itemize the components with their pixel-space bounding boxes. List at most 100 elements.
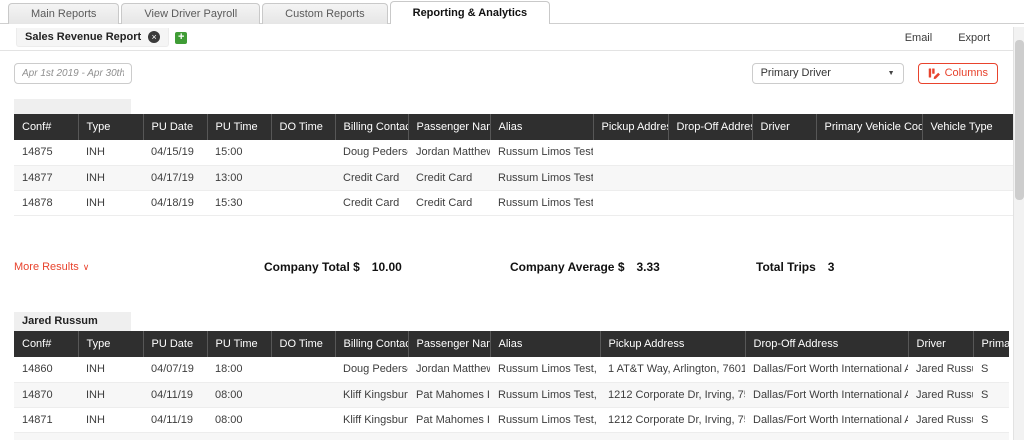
cell	[271, 190, 335, 216]
header-row: Conf# Type PU Date PU Time DO Time Billing Co…	[14, 331, 1009, 357]
cell: S	[973, 382, 1009, 408]
column-header-drop-off-address[interactable]: Drop-Off Address	[668, 114, 753, 140]
cell: S	[973, 407, 1009, 433]
email-link[interactable]: Email	[905, 32, 933, 44]
cell	[922, 140, 1013, 166]
cell: 15:00	[207, 140, 271, 166]
column-header-driver[interactable]: Driver	[752, 114, 817, 140]
tab-main-reports[interactable]: Main Reports	[8, 3, 120, 24]
cell: INH	[78, 382, 143, 408]
cell: 04/11/19	[143, 382, 207, 408]
cell: 1212 Corporate Dr, Irving, 75038, US	[600, 382, 745, 408]
cell: Russum Limos Test, LLC	[490, 407, 600, 433]
cell	[593, 165, 668, 191]
vertical-scrollbar[interactable]	[1013, 27, 1024, 440]
group-by-selected-value: Primary Driver	[760, 67, 831, 79]
column-header-alias[interactable]: Alias	[490, 331, 601, 357]
cell: Russum Limos Test, LLC	[490, 140, 593, 166]
cell: 1 AT&T Way, Arlington, 76011, US	[600, 357, 745, 383]
column-header-do-time[interactable]: DO Time	[271, 114, 336, 140]
cell: Russum Limos Test, LLC	[490, 165, 593, 191]
column-header-pickup-address[interactable]: Pickup Address	[593, 114, 669, 140]
scrollbar-thumb[interactable]	[1015, 40, 1024, 200]
table-row[interactable]: 14860INH04/07/1918:00 Doug PedersonJordan…	[14, 357, 1009, 383]
column-header-passenger-name[interactable]: Passenger Name	[408, 114, 491, 140]
table-row[interactable]: 14877 INH 04/17/19 13:00 Credit Card Credit C…	[14, 165, 1013, 191]
cell	[271, 432, 335, 440]
column-header-vehicle-type[interactable]: Vehicle Type	[922, 114, 1013, 140]
group-by-select[interactable]: Primary Driver ▼	[751, 62, 904, 84]
column-header-primary-vehicle-code[interactable]: Primary Vehicle Code	[973, 331, 1009, 357]
toolbar-right-group: Primary Driver ▼ Columns	[751, 62, 1004, 84]
cell	[668, 140, 752, 166]
cell: Russum Limos Test, LLC	[490, 190, 593, 216]
cell: INH	[78, 165, 143, 191]
cell: 14871	[14, 407, 78, 433]
cell	[752, 190, 816, 216]
column-header-pu-time[interactable]: PU Time	[207, 331, 272, 357]
column-header-type[interactable]: Type	[78, 331, 144, 357]
column-header-do-time[interactable]: DO Time	[271, 331, 336, 357]
cell: 08:00	[207, 382, 271, 408]
filter-toolbar: Primary Driver ▼ Columns	[0, 52, 1024, 94]
cell: Pat Mahomes II	[408, 407, 490, 433]
cell: Dallas/Fort Worth International Airport	[745, 432, 908, 440]
cell: 14870	[14, 382, 78, 408]
cell: Russum Limos Test, LLC	[490, 432, 600, 440]
cell	[752, 165, 816, 191]
export-link[interactable]: Export	[958, 32, 990, 44]
cell: Dallas/Fort Worth International Airport	[745, 382, 908, 408]
cell: Kliff Kingsbury	[335, 382, 408, 408]
column-header-billing-contact[interactable]: Billing Contact	[335, 331, 409, 357]
cell	[271, 407, 335, 433]
report-tab-sales-revenue[interactable]: Sales Revenue Report ×	[16, 28, 170, 47]
column-header-pu-date[interactable]: PU Date	[143, 331, 208, 357]
more-results-link[interactable]: More Results ∨	[14, 261, 89, 273]
tab-reporting-analytics[interactable]: Reporting & Analytics	[389, 1, 551, 24]
company-total-value: 10.00	[371, 260, 402, 274]
cell: 04/11/19	[143, 407, 207, 433]
column-header-pu-date[interactable]: PU Date	[143, 114, 208, 140]
table-row[interactable]: 14878 INH 04/18/19 15:30 Credit Card Credit C…	[14, 190, 1013, 216]
column-header-alias[interactable]: Alias	[490, 114, 594, 140]
cell: Credit Card	[408, 190, 490, 216]
reporting-analytics-window: Main Reports View Driver Payroll Custom …	[0, 0, 1024, 440]
cell: 04/13/19	[143, 432, 207, 440]
column-header-drop-off-address[interactable]: Drop-Off Address	[745, 331, 909, 357]
table-row[interactable]: 14875INH04/15/1915:00 Doug PedersonJordan…	[14, 140, 1013, 166]
cell	[668, 165, 752, 191]
date-range-input[interactable]	[14, 62, 132, 84]
cell	[271, 357, 335, 383]
column-header-passenger-name[interactable]: Passenger Name	[408, 331, 491, 357]
cell: Credit Card	[408, 165, 490, 191]
cell: Pat Mahomes II	[408, 382, 490, 408]
column-header-driver[interactable]: Driver	[908, 331, 974, 357]
tab-view-driver-payroll[interactable]: View Driver Payroll	[121, 3, 261, 24]
column-header-billing-contact[interactable]: Billing Contact	[335, 114, 409, 140]
table-row[interactable]: 14870 INH 04/11/19 08:00 Kliff Kingsbury Pat …	[14, 382, 1009, 408]
column-header-type[interactable]: Type	[78, 114, 144, 140]
cell	[816, 165, 922, 191]
columns-icon	[928, 67, 940, 79]
column-header-conf-[interactable]: Conf#	[14, 114, 79, 140]
cell: Russum Limos Test, LLC	[490, 382, 600, 408]
columns-button[interactable]: Columns	[917, 62, 998, 84]
cell: 08:00	[207, 432, 271, 440]
cell: 14875	[14, 140, 78, 166]
column-header-conf-[interactable]: Conf#	[14, 331, 79, 357]
cell: Credit Card	[335, 190, 408, 216]
close-report-icon[interactable]: ×	[148, 31, 161, 43]
tab-custom-reports[interactable]: Custom Reports	[262, 3, 388, 24]
column-header-pu-time[interactable]: PU Time	[207, 114, 272, 140]
add-report-icon[interactable]: +	[175, 31, 188, 44]
cell: Kliff Kingsbury	[335, 432, 408, 440]
table-row[interactable]: 14871 INH 04/11/19 08:00 Kliff Kingsbury Pat …	[14, 407, 1009, 433]
cell: 04/17/19	[143, 165, 207, 191]
cell: Doug Pederson	[335, 357, 408, 383]
column-header-primary-vehicle-code[interactable]: Primary Vehicle Code	[816, 114, 923, 140]
table-row[interactable]: 14872INH04/13/1908:00 Kliff KingsburyPat …	[14, 432, 1009, 440]
column-header-pickup-address[interactable]: Pickup Address	[600, 331, 746, 357]
cell: 04/07/19	[143, 357, 207, 383]
cell: INH	[78, 432, 143, 440]
cell: 1212 Corporate Dr, Irving, 75038, US	[600, 432, 745, 440]
